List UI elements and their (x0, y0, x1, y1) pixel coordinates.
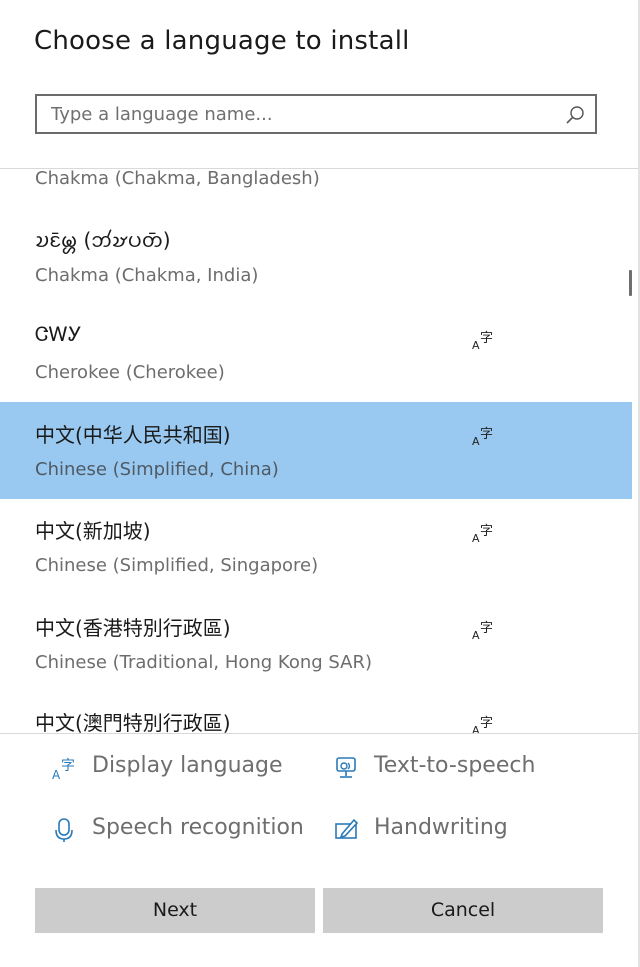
display-language-icon: A 字 (472, 331, 493, 350)
language-native-name: ᏣᎳᎩ (35, 322, 82, 346)
dialog-title: Choose a language to install (34, 26, 410, 56)
svg-text:字: 字 (61, 758, 75, 774)
language-native-name: 𑄌𑄋𑄴𑄟𑄳𑄦 (𑄃𑄧𑄏𑄛𑄖𑄴) (35, 228, 171, 252)
svg-text:A: A (52, 768, 61, 781)
svg-text:字: 字 (480, 716, 493, 731)
feature-speech-recognition: Speech recognition (52, 815, 312, 845)
language-english-name: Chakma (Chakma, India) (35, 265, 259, 286)
svg-text:A: A (472, 724, 480, 733)
feature-handwriting: Handwriting (334, 815, 574, 845)
svg-text:字: 字 (480, 427, 493, 442)
cancel-button[interactable]: Cancel (323, 888, 603, 933)
language-english-name: Chinese (Simplified, China) (35, 459, 279, 480)
language-native-name: 中文(新加坡) (35, 519, 151, 543)
language-list[interactable]: Chakma (Chakma, Bangladesh) 𑄌𑄋𑄴𑄟𑄳𑄦 (𑄃𑄧𑄏𑄛… (0, 169, 638, 733)
language-english-name: Chakma (Chakma, Bangladesh) (35, 169, 320, 189)
list-item-chakma-bangladesh[interactable]: Chakma (Chakma, Bangladesh) (0, 169, 632, 189)
list-item-chinese-traditional-hong-kong[interactable]: 中文(香港特別行政區) A 字 Chinese (Traditional, Ho… (0, 596, 632, 693)
language-native-name: 中文(中华人民共和国) (35, 423, 231, 447)
feature-display-language: A 字 Display language (52, 753, 292, 783)
feature-label: Handwriting (374, 815, 508, 840)
svg-text:A: A (472, 339, 480, 350)
language-english-name: Chinese (Simplified, Singapore) (35, 555, 319, 576)
language-native-name: 中文(澳門特別行政區) (35, 711, 231, 733)
svg-text:A: A (472, 532, 480, 543)
svg-text:字: 字 (480, 331, 493, 346)
next-button[interactable]: Next (35, 888, 315, 933)
feature-label: Speech recognition (92, 815, 304, 840)
display-language-icon: A 字 (472, 716, 493, 733)
language-search-box[interactable] (35, 94, 597, 134)
language-english-name: Cherokee (Cherokee) (35, 362, 225, 383)
microphone-icon (55, 818, 73, 842)
list-item-chakma-india[interactable]: 𑄌𑄋𑄴𑄟𑄳𑄦 (𑄃𑄧𑄏𑄛𑄖𑄴) Chakma (Chakma, India) (0, 207, 632, 304)
pen-icon (335, 818, 359, 839)
svg-text:A: A (472, 435, 480, 446)
display-language-icon: A 字 (472, 427, 493, 446)
list-bottom-divider (0, 733, 638, 734)
language-install-dialog: Choose a language to install Chakma (Cha… (0, 0, 640, 967)
list-item-chinese-simplified-singapore[interactable]: 中文(新加坡) A 字 Chinese (Simplified, Singapo… (0, 499, 632, 596)
language-english-name: Chinese (Traditional, Hong Kong SAR) (35, 652, 372, 673)
list-item-cherokee[interactable]: ᏣᎳᎩ A 字 Cherokee (Cherokee) (0, 304, 632, 401)
display-language-icon: A 字 (472, 524, 493, 543)
list-item-chinese-simplified-china[interactable]: 中文(中华人民共和国) A 字 Chinese (Simplified, Chi… (0, 402, 632, 499)
list-scrollbar-thumb[interactable] (629, 270, 632, 296)
feature-text-to-speech: Text-to-speech (334, 753, 574, 783)
svg-text:A: A (472, 629, 480, 640)
language-native-name: 中文(香港特別行政區) (35, 616, 231, 640)
svg-text:字: 字 (480, 621, 493, 636)
feature-label: Display language (92, 753, 283, 778)
svg-text:字: 字 (480, 524, 493, 539)
search-icon[interactable] (565, 105, 585, 125)
display-language-icon: A 字 (472, 621, 493, 640)
list-item-chinese-traditional-macao[interactable]: 中文(澳門特別行政區) A 字 (0, 693, 632, 733)
language-search-input[interactable] (51, 96, 561, 132)
display-language-icon: A 字 (52, 758, 75, 781)
feature-label: Text-to-speech (374, 753, 536, 778)
text-to-speech-icon (336, 757, 356, 778)
